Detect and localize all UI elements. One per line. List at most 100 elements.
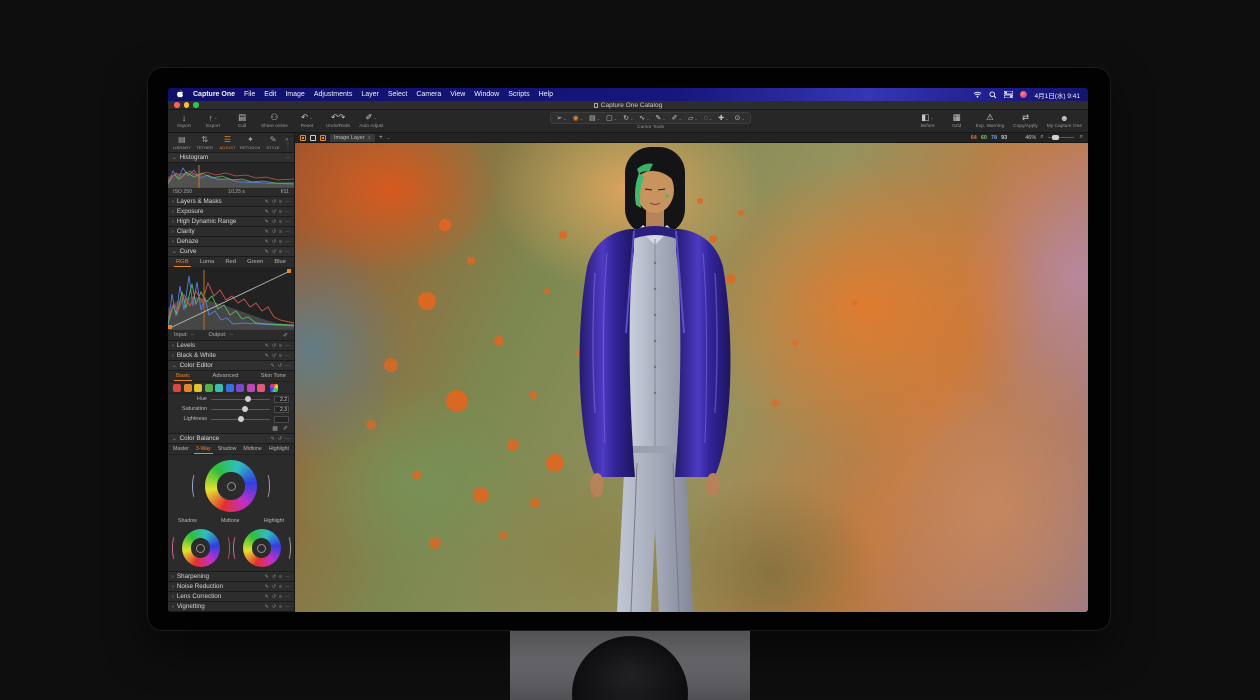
toolbar-share-online-button[interactable]: ⚇Share online <box>261 112 288 129</box>
curve-picker-icon[interactable]: ✐ <box>283 332 288 339</box>
toolbar-before-button[interactable]: ◧⌄Before <box>918 112 938 129</box>
curve-tab-luma[interactable]: Luma <box>198 258 217 267</box>
hue-slider[interactable] <box>211 399 270 400</box>
reset-icon[interactable]: ↺ <box>272 343 276 349</box>
color-swatch-4[interactable] <box>215 384 223 392</box>
zoom-level[interactable]: 46% <box>1025 135 1036 141</box>
brush-icon[interactable]: ✎ <box>265 574 269 580</box>
presets-icon[interactable]: ≡ <box>279 353 282 359</box>
reset-icon[interactable]: ↺ <box>272 199 276 205</box>
wheel-arc[interactable] <box>233 535 240 561</box>
curve-tab-red[interactable]: Red <box>223 258 238 267</box>
curve-tab-rgb[interactable]: RGB <box>174 258 191 267</box>
wheel-arc[interactable] <box>172 535 179 561</box>
saturation-value[interactable]: 2.3 <box>274 406 289 413</box>
brush-icon[interactable]: ✎ <box>271 363 275 369</box>
panel-row-levels[interactable]: ›Levels✎↺≡⋯ <box>168 341 294 351</box>
reset-icon[interactable]: ↺ <box>278 436 282 442</box>
toolbar-grid-button[interactable]: ▦Grid <box>947 112 967 129</box>
reset-icon[interactable]: ↺ <box>272 229 276 235</box>
panel-menu-icon[interactable]: ⋯ <box>285 584 290 590</box>
slider-knob[interactable] <box>245 396 251 402</box>
wheel-arc[interactable] <box>284 535 291 561</box>
cursor-tool-crop[interactable]: ▢⌄ <box>604 114 619 122</box>
panel-row-dehaze[interactable]: ›Dehaze✎↺≡⋯ <box>168 237 294 247</box>
menu-scripts[interactable]: Scripts <box>508 91 529 98</box>
brush-icon[interactable]: ✎ <box>265 584 269 590</box>
panel-menu-icon[interactable]: ⋯ <box>285 343 290 349</box>
brush-icon[interactable]: ✎ <box>265 219 269 225</box>
toolbar-undo-redo-button[interactable]: ↶↷Undo/Redo <box>326 112 350 129</box>
presets-icon[interactable]: ≡ <box>279 199 282 205</box>
magnifier-icon[interactable]: ⌕ <box>1080 134 1083 141</box>
control-center-icon[interactable] <box>1004 91 1013 98</box>
toolbar-my-capture-one-button[interactable]: ☻My Capture One <box>1047 112 1082 129</box>
panel-menu-icon[interactable]: ⋯ <box>285 209 290 215</box>
siri-icon[interactable] <box>1020 91 1027 98</box>
cursor-tool-draw-mask[interactable]: ✎⌄ <box>654 114 668 122</box>
menu-select[interactable]: Select <box>388 91 407 98</box>
cursor-tool-spot[interactable]: ⊙⌄ <box>733 114 747 122</box>
panel-row-vignetting[interactable]: ›Vignetting✎↺≡⋯ <box>168 602 294 612</box>
color-swatch-1[interactable] <box>184 384 192 392</box>
panel-menu-icon[interactable]: ⋯ <box>285 199 290 205</box>
panel-row-black-white[interactable]: ›Black & White✎↺≡⋯ <box>168 351 294 361</box>
brush-icon[interactable]: ✎ <box>265 353 269 359</box>
highlight-color-wheel[interactable] <box>243 529 281 567</box>
curve-header[interactable]: ⌄ Curve ✎↺≡⋯ <box>168 247 294 257</box>
tool-tab-adjust[interactable]: ☰ADJUST <box>217 135 239 150</box>
cursor-tool-straighten[interactable]: ∿⌄ <box>637 114 651 122</box>
panel-menu-icon[interactable]: ⋯ <box>285 574 290 580</box>
panel-row-exposure[interactable]: ›Exposure✎↺≡⋯ <box>168 207 294 217</box>
hue-value[interactable]: 2.2 <box>274 396 289 403</box>
reset-icon[interactable]: ↺ <box>272 249 276 255</box>
wifi-icon[interactable] <box>973 91 982 98</box>
proof-view-icon[interactable] <box>320 135 326 141</box>
color-swatch-2[interactable] <box>194 384 202 392</box>
zoom-slider[interactable] <box>1048 137 1074 138</box>
color-balance-tab-3-way[interactable]: 3-Way <box>194 445 213 454</box>
toolbar-copy-apply-button[interactable]: ⇄Copy/Apply <box>1013 112 1038 129</box>
wheel-arc[interactable] <box>263 473 270 499</box>
brush-icon[interactable]: ✎ <box>265 343 269 349</box>
cursor-tool-erase-mask[interactable]: ✐⌄ <box>670 114 684 122</box>
histogram-header[interactable]: ⌄ Histogram ⋯ <box>168 153 294 163</box>
cursor-tool-linear-mask[interactable]: ▱⌄ <box>686 114 700 122</box>
tool-tab-tether[interactable]: ⇅TETHER <box>194 135 216 150</box>
menu-camera[interactable]: Camera <box>416 91 441 98</box>
menu-adjustments[interactable]: Adjustments <box>314 91 353 98</box>
color-swatch-7[interactable] <box>247 384 255 392</box>
color-editor-tab-skin-tone[interactable]: Skin Tone <box>259 372 288 381</box>
menu-view[interactable]: View <box>450 91 465 98</box>
color-swatch-5[interactable] <box>226 384 234 392</box>
presets-icon[interactable]: ≡ <box>279 219 282 225</box>
color-swatch-0[interactable] <box>173 384 181 392</box>
panel-menu-icon[interactable]: ⋯ <box>285 436 290 442</box>
lightness-slider[interactable] <box>211 419 270 420</box>
cursor-tool-pan[interactable]: ◉⌄ <box>571 114 585 122</box>
zoom-out-icon[interactable]: ⌕ <box>1040 134 1043 141</box>
reset-icon[interactable]: ↺ <box>272 584 276 590</box>
apple-menu-icon[interactable] <box>176 89 184 100</box>
menu-image[interactable]: Image <box>285 91 304 98</box>
reset-icon[interactable]: ↺ <box>272 574 276 580</box>
color-editor-tab-basic[interactable]: Basic <box>174 372 192 381</box>
brush-icon[interactable]: ✎ <box>265 594 269 600</box>
tool-tabs-overflow[interactable]: »⋮ <box>285 137 291 149</box>
reset-icon[interactable]: ↺ <box>272 239 276 245</box>
presets-icon[interactable]: ≡ <box>279 594 282 600</box>
panel-menu-icon[interactable]: ⋯ <box>285 604 290 610</box>
menu-layer[interactable]: Layer <box>361 91 379 98</box>
brush-icon[interactable]: ✎ <box>265 199 269 205</box>
color-balance-tab-midtone[interactable]: Midtone <box>241 445 263 454</box>
cursor-tool-cull[interactable]: ▤⌄ <box>587 114 602 122</box>
presets-icon[interactable]: ≡ <box>279 584 282 590</box>
panel-menu-icon[interactable]: ⋯ <box>285 155 290 161</box>
color-editor-tab-advanced[interactable]: Advanced <box>211 372 241 381</box>
presets-icon[interactable]: ≡ <box>279 343 282 349</box>
color-balance-tab-highlight[interactable]: Highlight <box>267 445 291 454</box>
color-swatch-rainbow[interactable] <box>270 384 278 392</box>
presets-icon[interactable]: ≡ <box>279 249 282 255</box>
brush-icon[interactable]: ✎ <box>265 239 269 245</box>
slider-knob[interactable] <box>242 406 248 412</box>
